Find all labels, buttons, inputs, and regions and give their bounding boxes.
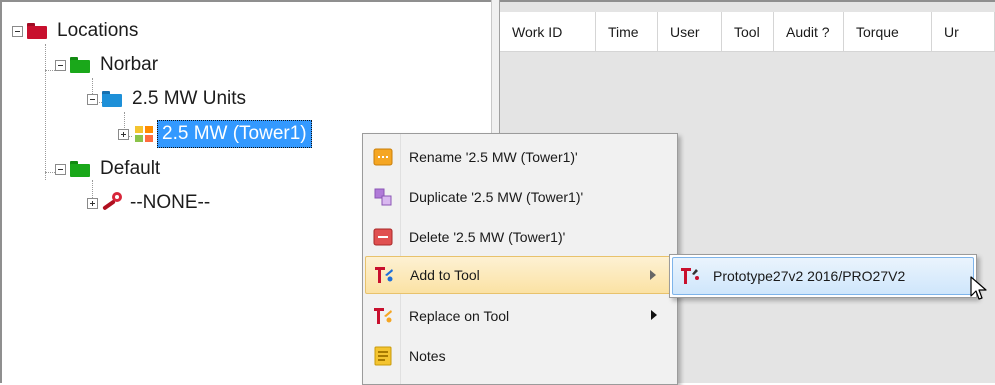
tree-node-none[interactable]: --NONE-- [87,190,214,216]
tool-icon [366,265,402,285]
mouse-pointer-icon [970,276,988,306]
submenu-arrow-icon [651,310,657,320]
expand-toggle-icon[interactable] [118,128,129,140]
tree-node-locations[interactable]: Locations [12,18,142,44]
tree-node-label: 2.5 MW (Tower1) [157,120,312,148]
column-header-units[interactable]: Ur [932,12,995,51]
menu-item-label: Rename '2.5 MW (Tower1)' [409,149,578,165]
notes-icon [365,346,401,366]
delete-icon [365,228,401,246]
grid-header: Work ID Time User Tool Audit ? Torque Ur [500,12,995,52]
submenu-item-label: Prototype27v2 2016/PRO27V2 [713,268,906,284]
tree-node-norbar[interactable]: Norbar [55,52,162,78]
submenu-arrow-icon [650,270,656,280]
duplicate-icon [365,188,401,206]
tree-node-label: 2.5 MW Units [132,88,247,109]
menu-item-replace-on-tool[interactable]: Replace on Tool [365,297,675,335]
tree-connector [45,44,46,180]
tool-icon [673,266,707,286]
tree-node-label: Default [100,158,161,179]
tree-node-label: --NONE-- [130,192,211,213]
collapse-toggle-icon[interactable] [12,25,23,37]
tree-node-label: Norbar [100,54,159,75]
tree-connector [45,172,55,173]
red-folder-icon [27,23,47,39]
column-header-user[interactable]: User [658,12,722,51]
menu-item-label: Add to Tool [410,267,480,283]
collapse-toggle-icon[interactable] [87,93,98,105]
multicolor-grid-icon [135,126,153,142]
menu-item-label: Delete '2.5 MW (Tower1)' [409,229,566,245]
torque-wrench-icon [100,191,124,216]
menu-item-label: Replace on Tool [409,308,510,324]
column-header-tool[interactable]: Tool [722,12,774,51]
tree-connector [45,70,55,71]
menu-item-label: Notes [409,348,446,364]
rename-icon [365,148,401,166]
collapse-toggle-icon[interactable] [55,163,66,175]
menu-item-add-to-tool[interactable]: Add to Tool [365,256,675,294]
collapse-toggle-icon[interactable] [55,59,66,71]
tree-node-default[interactable]: Default [55,156,164,182]
menu-item-rename[interactable]: Rename '2.5 MW (Tower1)' [365,138,675,176]
add-to-tool-submenu: Prototype27v2 2016/PRO27V2 [669,254,977,298]
tool-icon [365,306,401,326]
tree-node-label: Locations [57,20,139,41]
green-folder-icon [70,57,90,73]
menu-item-notes[interactable]: Notes [365,337,675,375]
blue-folder-icon [102,91,122,107]
tree-node-tower1[interactable]: 2.5 MW (Tower1) [118,120,312,148]
expand-toggle-icon[interactable] [87,197,98,209]
submenu-item-prototype27v2[interactable]: Prototype27v2 2016/PRO27V2 [672,257,974,295]
column-header-work-id[interactable]: Work ID [500,12,596,51]
menu-item-label: Duplicate '2.5 MW (Tower1)' [409,189,584,205]
menu-item-duplicate[interactable]: Duplicate '2.5 MW (Tower1)' [365,178,675,216]
context-menu: Rename '2.5 MW (Tower1)' Duplicate '2.5 … [362,133,678,385]
column-header-time[interactable]: Time [596,12,658,51]
green-folder-icon [70,161,90,177]
column-header-torque[interactable]: Torque [844,12,932,51]
menu-item-delete[interactable]: Delete '2.5 MW (Tower1)' [365,218,675,256]
column-header-audit[interactable]: Audit ? [774,12,844,51]
tree-node-units[interactable]: 2.5 MW Units [87,86,250,112]
